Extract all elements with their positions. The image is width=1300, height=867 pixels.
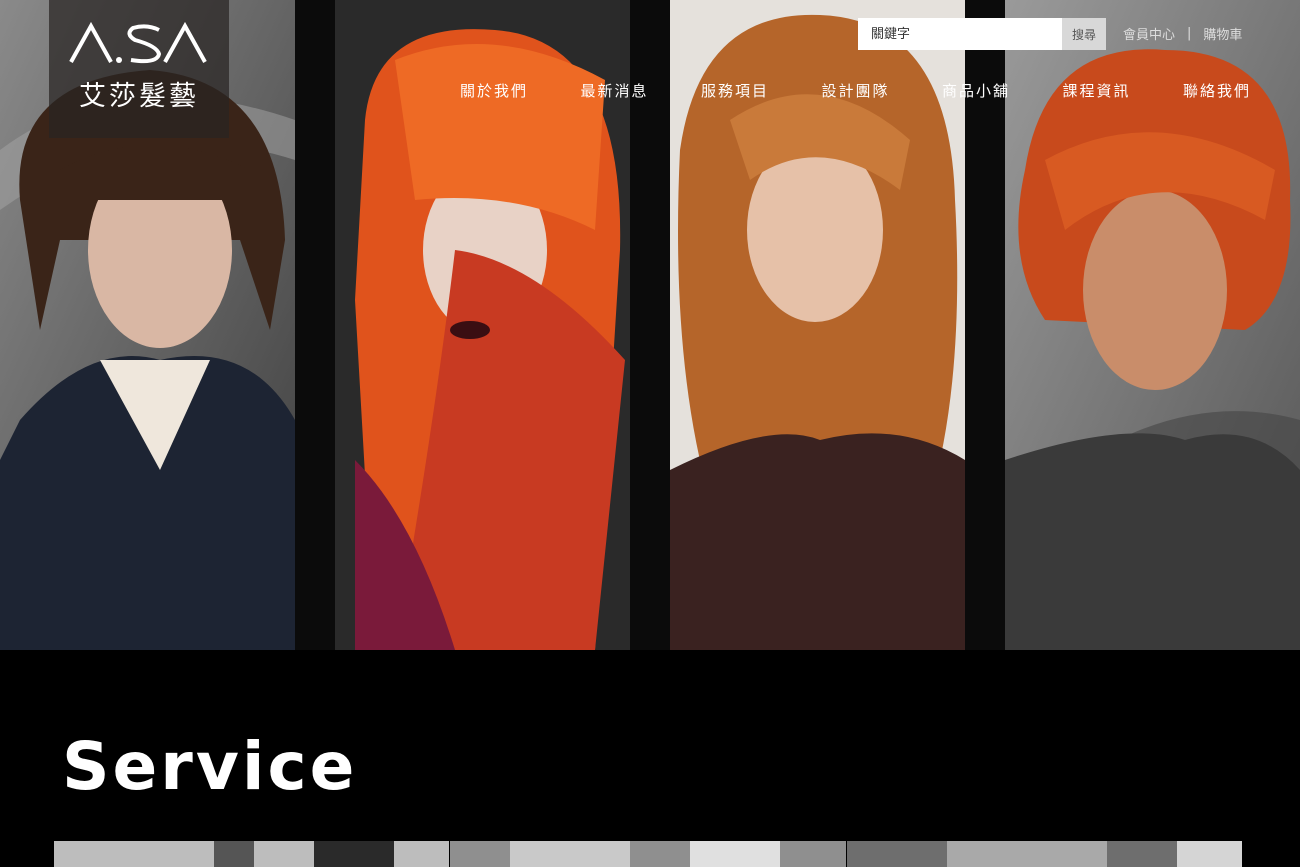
section-title: Service xyxy=(62,728,358,805)
nav-item-news[interactable]: 最新消息 xyxy=(581,80,702,101)
service-thumb-2[interactable] xyxy=(450,841,846,867)
asa-logo-mark xyxy=(69,22,207,64)
nav-item-shop[interactable]: 商品小舖 xyxy=(942,80,1063,101)
search-button[interactable]: 搜尋 xyxy=(1062,18,1106,50)
search-bar: 搜尋 xyxy=(858,18,1106,50)
cart-link[interactable]: 購物車 xyxy=(1203,24,1242,43)
nav-item-team[interactable]: 設計團隊 xyxy=(822,80,943,101)
service-thumbnails xyxy=(54,841,1243,867)
brand-logo[interactable]: 艾莎髮藝 xyxy=(49,0,229,138)
member-center-link[interactable]: 會員中心 xyxy=(1123,24,1175,43)
main-nav: 關於我們 最新消息 服務項目 設計團隊 商品小舖 課程資訊 聯絡我們 xyxy=(460,80,1300,101)
service-thumb-1[interactable] xyxy=(54,841,450,867)
service-thumb-3[interactable] xyxy=(846,841,1242,867)
search-input[interactable] xyxy=(858,18,1062,50)
hero-banner: 艾莎髮藝 搜尋 會員中心 | 購物車 關於我們 最新消息 服務項目 設計團隊 商… xyxy=(0,0,1300,650)
nav-item-contact[interactable]: 聯絡我們 xyxy=(1183,80,1300,101)
top-links: 會員中心 | 購物車 xyxy=(1123,24,1242,43)
nav-item-services[interactable]: 服務項目 xyxy=(701,80,822,101)
brand-name: 艾莎髮藝 xyxy=(79,81,199,112)
nav-item-about[interactable]: 關於我們 xyxy=(460,80,581,101)
nav-item-courses[interactable]: 課程資訊 xyxy=(1063,80,1184,101)
top-links-separator: | xyxy=(1187,26,1192,41)
